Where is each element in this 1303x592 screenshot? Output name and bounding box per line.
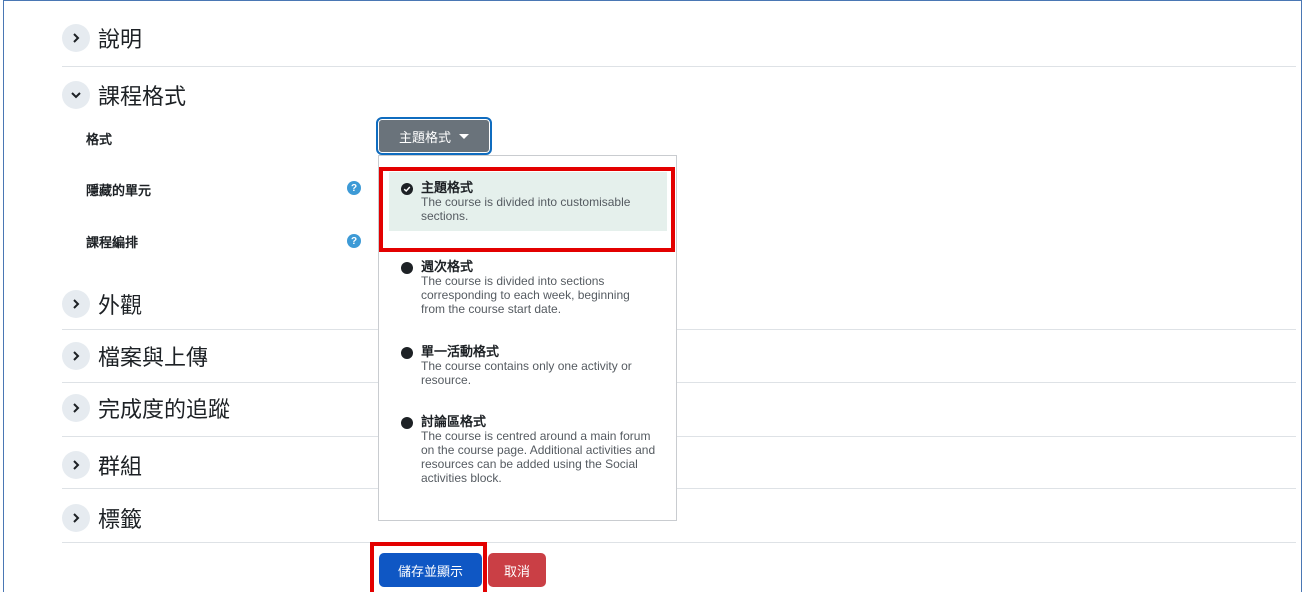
section-tags: 標籤 bbox=[62, 489, 1296, 543]
format-option-single-activity[interactable]: 單一活動格式 The course contains only one acti… bbox=[389, 336, 667, 395]
bullet-icon bbox=[401, 262, 413, 274]
help-icon[interactable]: ? bbox=[347, 234, 361, 248]
format-option-title: 單一活動格式 bbox=[421, 344, 500, 359]
section-description: 說明 bbox=[62, 14, 1296, 67]
section-tags-toggle[interactable]: 標籤 bbox=[62, 502, 142, 534]
caret-down-icon bbox=[459, 133, 469, 139]
format-dropdown-menu: 主題格式 The course is divided into customis… bbox=[378, 155, 677, 521]
section-appearance: 外觀 bbox=[62, 278, 1296, 330]
check-circle-icon bbox=[401, 183, 413, 195]
section-title: 標籤 bbox=[98, 507, 143, 532]
section-title: 課程格式 bbox=[98, 84, 187, 109]
format-select-value: 主題格式 bbox=[398, 129, 451, 145]
format-option-title: 主題格式 bbox=[421, 180, 474, 195]
section-title: 說明 bbox=[98, 27, 143, 52]
save-and-display-button[interactable]: 儲存並顯示 bbox=[379, 553, 482, 587]
section-title: 檔案與上傳 bbox=[98, 345, 209, 370]
format-option-desc: The course contains only one activity or… bbox=[421, 359, 632, 387]
section-description-toggle[interactable]: 說明 bbox=[62, 22, 142, 54]
section-groups: 群組 bbox=[62, 437, 1296, 489]
format-option-desc: The course is divided into customisable … bbox=[421, 195, 631, 223]
bullet-icon bbox=[401, 347, 413, 359]
section-files-uploads: 檔案與上傳 bbox=[62, 330, 1296, 383]
section-completion: 完成度的追蹤 bbox=[62, 383, 1296, 437]
section-files-uploads-toggle[interactable]: 檔案與上傳 bbox=[62, 340, 208, 372]
section-title: 群組 bbox=[98, 454, 143, 479]
section-groups-toggle[interactable]: 群組 bbox=[62, 449, 142, 481]
section-course-format-toggle[interactable]: 課程格式 bbox=[62, 79, 186, 111]
format-option-desc: The course is divided into sections corr… bbox=[421, 274, 630, 316]
bullet-icon bbox=[401, 417, 413, 429]
chevron-right-icon bbox=[62, 24, 90, 52]
format-select[interactable]: 主題格式 bbox=[376, 117, 492, 155]
course-layout-label: 課程編排 bbox=[86, 235, 139, 250]
chevron-down-icon bbox=[62, 81, 90, 109]
format-option-desc: The course is centred around a main foru… bbox=[421, 429, 656, 485]
section-title: 完成度的追蹤 bbox=[98, 397, 231, 422]
hidden-sections-label: 隱藏的單元 bbox=[86, 183, 152, 198]
help-icon[interactable]: ? bbox=[347, 181, 361, 195]
chevron-right-icon bbox=[62, 451, 90, 479]
format-option-title: 討論區格式 bbox=[421, 414, 487, 429]
cancel-button[interactable]: 取消 bbox=[488, 553, 546, 587]
chevron-right-icon bbox=[62, 290, 90, 318]
section-completion-toggle[interactable]: 完成度的追蹤 bbox=[62, 392, 230, 424]
format-label: 格式 bbox=[86, 132, 113, 147]
format-option-social[interactable]: 討論區格式 The course is centred around a mai… bbox=[389, 406, 667, 493]
section-title: 外觀 bbox=[98, 293, 143, 318]
format-option-topics[interactable]: 主題格式 The course is divided into customis… bbox=[389, 172, 667, 231]
format-option-weekly[interactable]: 週次格式 The course is divided into sections… bbox=[389, 251, 667, 324]
chevron-right-icon bbox=[62, 504, 90, 532]
section-appearance-toggle[interactable]: 外觀 bbox=[62, 288, 142, 320]
format-option-title: 週次格式 bbox=[421, 259, 474, 274]
chevron-right-icon bbox=[62, 342, 90, 370]
chevron-right-icon bbox=[62, 394, 90, 422]
